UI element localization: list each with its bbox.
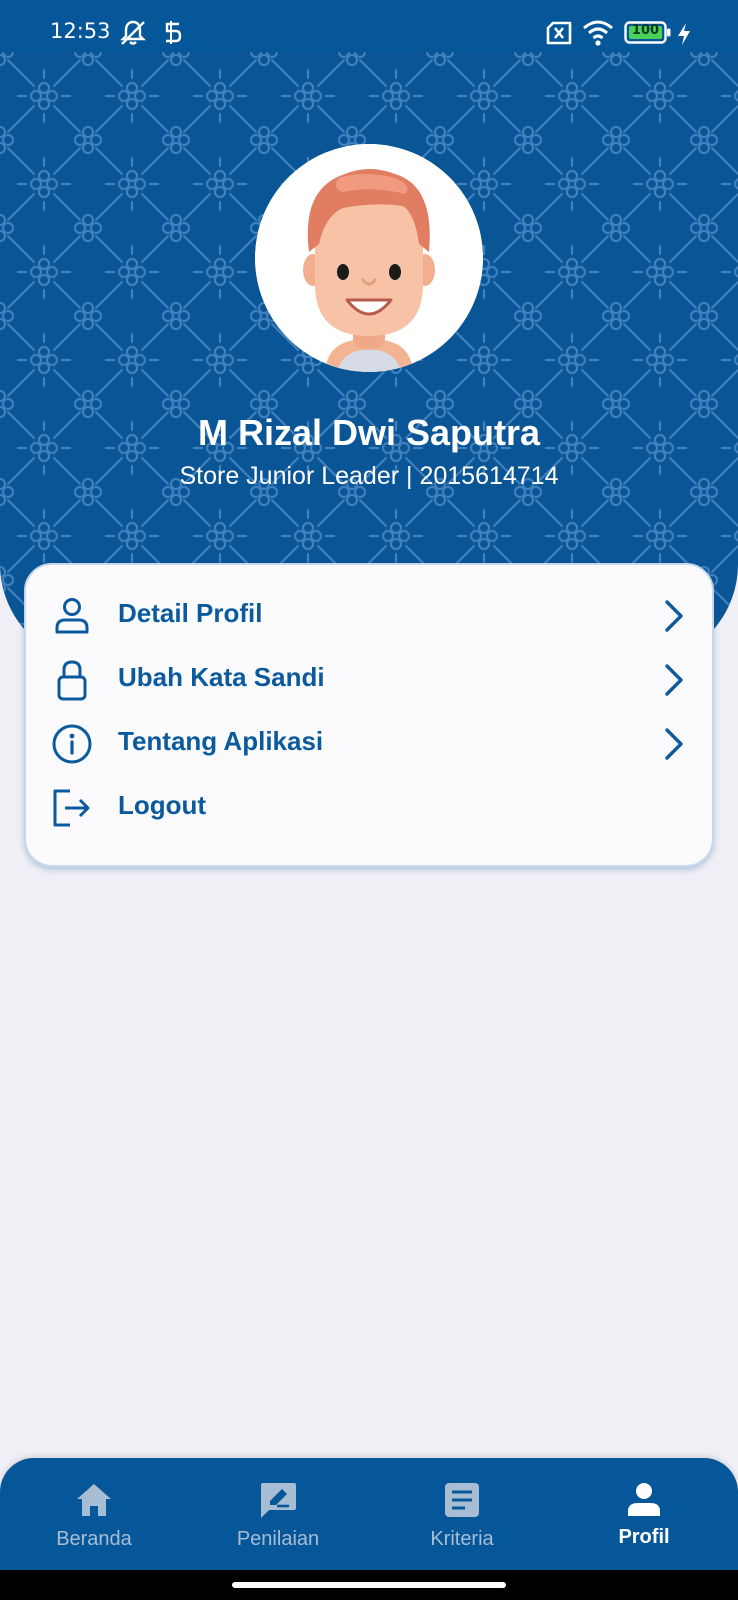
nav-label: Kriteria [430,1528,494,1550]
person-filled-icon [624,1480,664,1520]
person-icon [50,594,94,638]
menu-item-detail-profil[interactable]: Detail Profil [26,582,716,646]
do-not-disturb-icon [118,18,148,53]
nav-item-penilaian[interactable]: Penilaian [186,1458,370,1570]
chevron-right-icon [662,662,686,698]
bottom-navigation: Beranda Penilaian Kriteria Profil [0,1458,738,1570]
home-gesture-bar[interactable] [232,1582,506,1588]
nav-item-beranda[interactable]: Beranda [2,1458,186,1570]
user-role-id: Store Junior Leader | 2015614714 [179,462,559,490]
menu-label: Logout [118,790,207,820]
logout-icon [50,786,94,830]
menu-label: Ubah Kata Sandi [118,662,325,692]
user-name: M Rizal Dwi Saputra [197,412,541,453]
nav-item-kriteria[interactable]: Kriteria [370,1458,554,1570]
charging-icon [676,22,692,51]
profile-menu-card: Detail Profil Ubah Kata Sandi Tentang Ap… [24,563,714,867]
status-bar: 12:53 100 [0,0,738,52]
gesture-area [0,1570,738,1600]
menu-label: Tentang Aplikasi [118,726,324,756]
wifi-icon [582,18,614,53]
menu-item-tentang-aplikasi[interactable]: Tentang Aplikasi [26,710,716,774]
menu-item-logout[interactable]: Logout [26,774,716,838]
article-icon [442,1480,482,1520]
nav-label: Profil [618,1526,670,1548]
home-icon [74,1480,114,1520]
nav-label: Penilaian [236,1528,320,1550]
edit-note-icon [258,1480,298,1520]
menu-label: Detail Profil [118,598,263,628]
battery-level: 100 [631,23,660,38]
nav-label: Beranda [56,1528,132,1550]
nav-item-profil[interactable]: Profil [552,1458,736,1570]
chevron-right-icon [662,726,686,762]
avatar [255,144,483,372]
chevron-right-icon [662,598,686,634]
status-time: 12:53 [50,19,111,43]
info-icon [50,722,94,766]
lock-icon [50,658,94,702]
menu-item-ubah-kata-sandi[interactable]: Ubah Kata Sandi [26,646,716,710]
sim-error-icon [544,18,574,53]
app-notification-icon [162,18,184,53]
